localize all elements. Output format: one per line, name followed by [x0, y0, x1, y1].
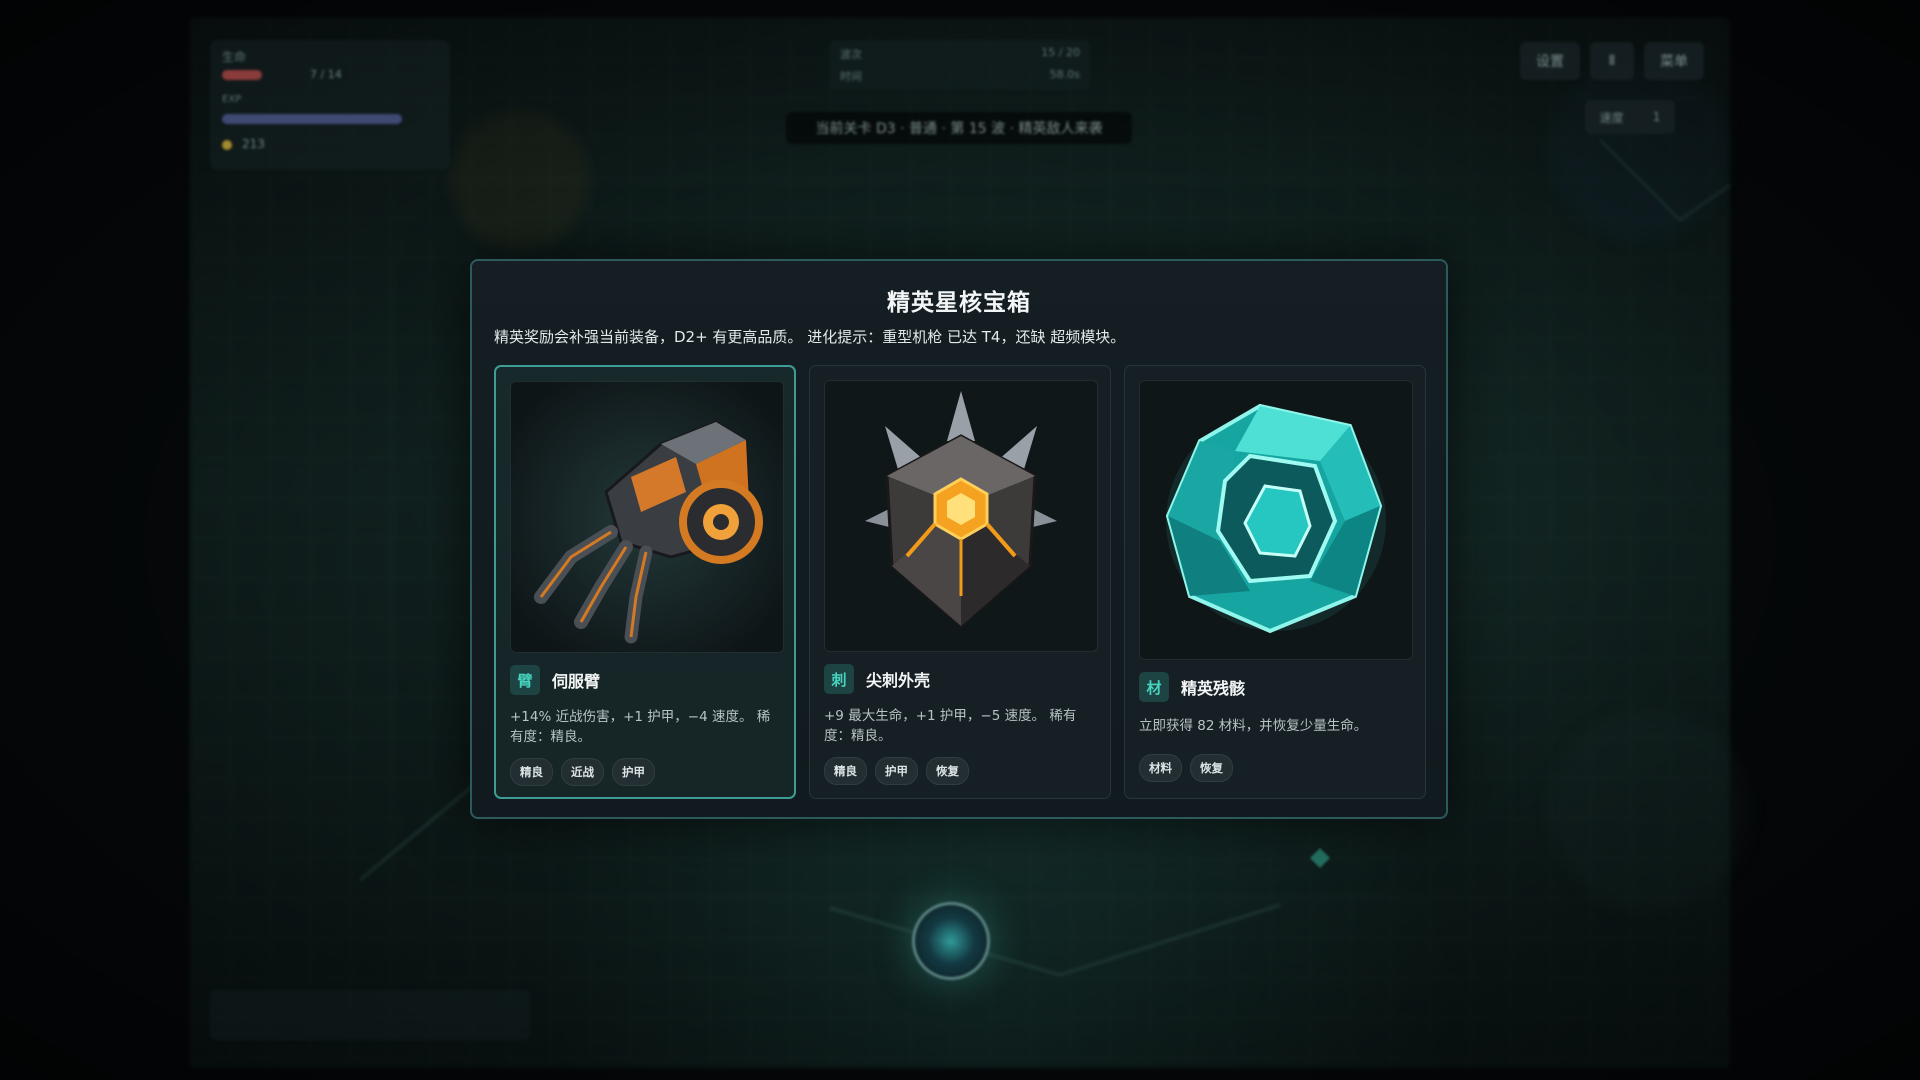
- tag-list: 精良 近战 护甲: [510, 758, 655, 786]
- hp-bar: [222, 70, 262, 80]
- tag: 护甲: [612, 758, 655, 786]
- coin-icon: [222, 140, 232, 150]
- spiked-shell-icon: [825, 381, 1097, 651]
- hp-label: 生命: [222, 50, 247, 64]
- tag: 精良: [510, 758, 553, 786]
- player-ship: [912, 902, 990, 980]
- xp-bar: [222, 114, 402, 124]
- tag: 恢复: [926, 757, 969, 785]
- crystal-material-image: [1139, 380, 1413, 660]
- xp-label: EXP: [222, 94, 242, 105]
- item-name: 尖刺外壳: [866, 671, 931, 690]
- speed-label: 速度: [1599, 110, 1624, 125]
- item-description: +14% 近战伤害，+1 护甲，−4 速度。 稀有度：精良。: [510, 709, 771, 745]
- spiked-shell-image: [824, 380, 1098, 652]
- tag-list: 精良 护甲 恢复: [824, 757, 969, 785]
- tag: 材料: [1139, 754, 1182, 782]
- elite-chest-dialog: 精英星核宝箱 精英奖励会补强当前装备，D2+ 有更高品质。 进化提示：重型机枪 …: [470, 259, 1448, 819]
- pause-button[interactable]: Ⅱ: [1590, 42, 1634, 80]
- category-badge: 材: [1139, 672, 1169, 702]
- player-status-panel: 生命 7 / 14 EXP 213: [210, 40, 450, 170]
- time-row: 时间 58.0s: [840, 68, 1080, 84]
- card-header: 刺 尖刺外壳: [824, 664, 930, 694]
- servo-arm-image: [510, 381, 784, 653]
- card-header: 材 精英残骸: [1139, 672, 1245, 702]
- tag: 精良: [824, 757, 867, 785]
- time-label: 时间: [840, 70, 862, 83]
- speed-control[interactable]: 速度 1: [1585, 100, 1675, 134]
- crystal-material-icon: [1140, 381, 1412, 659]
- tag: 护甲: [875, 757, 918, 785]
- reward-card-servo-arm[interactable]: 臂 伺服臂 +14% 近战伤害，+1 护甲，−4 速度。 稀有度：精良。 精良 …: [494, 365, 796, 799]
- tag: 近战: [561, 758, 604, 786]
- coin-count: 213: [242, 137, 265, 151]
- hp-text: 7 / 14: [310, 68, 342, 81]
- reward-card-spiked-shell[interactable]: 刺 尖刺外壳 +9 最大生命，+1 护甲，−5 速度。 稀有度：精良。 精良 护…: [809, 365, 1111, 799]
- settings-button[interactable]: 设置: [1520, 42, 1580, 80]
- category-badge: 刺: [824, 664, 854, 694]
- reward-card-elite-wreckage[interactable]: 材 精英残骸 立即获得 82 材料，并恢复少量生命。 材料 恢复: [1124, 365, 1426, 799]
- wave-banner: 当前关卡 D3 · 普通 · 第 15 波 · 精英敌人来袭: [786, 112, 1132, 144]
- wave-row: 波次 15 / 20: [840, 46, 1080, 62]
- time-value: 58.0s: [1049, 68, 1080, 81]
- card-header: 臂 伺服臂: [510, 665, 600, 695]
- item-name: 精英残骸: [1181, 679, 1246, 698]
- dialog-title: 精英星核宝箱: [887, 290, 1031, 316]
- menu-button[interactable]: 菜单: [1644, 42, 1704, 80]
- category-badge: 臂: [510, 665, 540, 695]
- tag: 恢复: [1190, 754, 1233, 782]
- dialog-subtitle: 精英奖励会补强当前装备，D2+ 有更高品质。 进化提示：重型机枪 已达 T4，还…: [494, 328, 1126, 346]
- skill-bar: [210, 990, 530, 1040]
- servo-arm-icon: [511, 382, 783, 652]
- tag-list: 材料 恢复: [1139, 754, 1233, 782]
- speed-value: 1: [1652, 110, 1661, 124]
- item-description: +9 最大生命，+1 护甲，−5 速度。 稀有度：精良。: [824, 708, 1077, 744]
- wave-info-panel: 波次 15 / 20 时间 58.0s: [830, 40, 1090, 90]
- wave-value: 15 / 20: [1041, 46, 1080, 59]
- item-name: 伺服臂: [552, 672, 601, 691]
- item-description: 立即获得 82 材料，并恢复少量生命。: [1139, 718, 1368, 734]
- wave-label: 波次: [840, 48, 862, 61]
